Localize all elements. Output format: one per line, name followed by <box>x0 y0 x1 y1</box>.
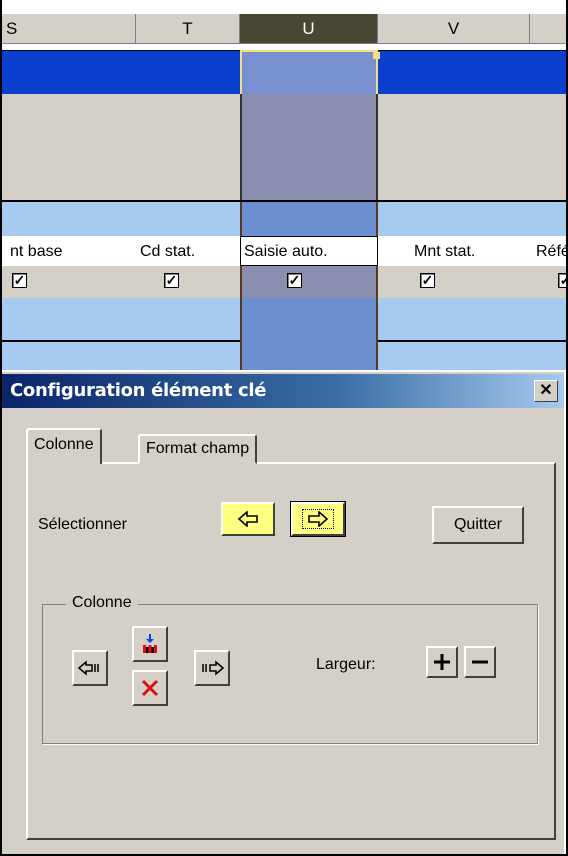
arrow-right-icon <box>308 511 329 527</box>
checkbox[interactable]: ✓ <box>164 273 179 288</box>
width-label: Largeur: <box>316 656 376 673</box>
column-header-label: U <box>302 18 315 38</box>
delete-column-button[interactable] <box>132 670 168 706</box>
field-label: Mnt stat. <box>414 243 476 260</box>
dialog-title: Configuration élément clé <box>10 380 267 401</box>
move-column-right-button[interactable] <box>194 650 230 686</box>
column-header-v[interactable]: V <box>378 14 530 44</box>
delete-x-icon <box>141 679 159 697</box>
quit-button[interactable]: Quitter <box>432 506 524 544</box>
select-next-button[interactable] <box>290 501 346 537</box>
dialog-titlebar[interactable]: Configuration élément clé ✕ <box>2 374 564 408</box>
column-header-t[interactable]: T <box>136 14 240 44</box>
fill-handle[interactable] <box>373 52 380 59</box>
move-left-icon <box>77 660 99 676</box>
column-header-s[interactable]: S <box>2 14 136 44</box>
plus-icon <box>434 654 450 670</box>
column-header-w[interactable] <box>530 14 566 44</box>
checkbox[interactable]: ✓ <box>420 273 435 288</box>
config-dialog: Configuration élément clé ✕ Colonne Form… <box>2 370 564 854</box>
field-label: Réfé <box>536 243 568 260</box>
close-icon: ✕ <box>539 382 553 399</box>
insert-column-icon <box>143 634 157 653</box>
checkbox[interactable]: ✓ <box>12 273 27 288</box>
screen-frame: S T U V nt base Cd stat. Saisie auto. Mn… <box>0 0 568 856</box>
column-header-u[interactable]: U <box>240 14 378 44</box>
tab-label: Format champ <box>146 440 250 457</box>
selected-column-cell[interactable] <box>240 266 378 298</box>
checkbox[interactable]: ✓ <box>287 273 302 288</box>
checkbox[interactable]: ✓ <box>558 273 566 288</box>
selected-column-cell[interactable] <box>240 298 378 370</box>
field-label: Cd stat. <box>140 243 196 260</box>
select-label: Sélectionner <box>38 516 127 533</box>
arrow-left-icon <box>237 511 258 527</box>
column-header-label: V <box>447 18 460 38</box>
column-header-label: S <box>6 18 18 38</box>
minus-icon <box>472 660 488 664</box>
field-label: nt base <box>10 243 63 260</box>
move-right-icon <box>202 660 225 676</box>
select-previous-button[interactable] <box>221 502 275 536</box>
width-increase-button[interactable] <box>426 646 458 678</box>
quit-label: Quitter <box>453 516 502 533</box>
tab-format-champ[interactable]: Format champ <box>138 434 258 464</box>
focus-ring <box>302 509 334 529</box>
selected-column-cell[interactable] <box>240 94 378 200</box>
close-button[interactable]: ✕ <box>534 380 558 402</box>
insert-column-button[interactable] <box>132 626 168 662</box>
groupbox-legend: Colonne <box>66 594 138 612</box>
selected-column-cell[interactable] <box>240 50 378 94</box>
column-header-label: T <box>182 18 193 38</box>
width-decrease-button[interactable] <box>464 646 496 678</box>
field-label: Saisie auto. <box>244 243 328 260</box>
tab-colonne[interactable]: Colonne <box>26 428 102 464</box>
tab-label: Colonne <box>34 436 94 453</box>
move-column-left-button[interactable] <box>72 650 108 686</box>
selected-column-cell[interactable] <box>240 202 378 236</box>
